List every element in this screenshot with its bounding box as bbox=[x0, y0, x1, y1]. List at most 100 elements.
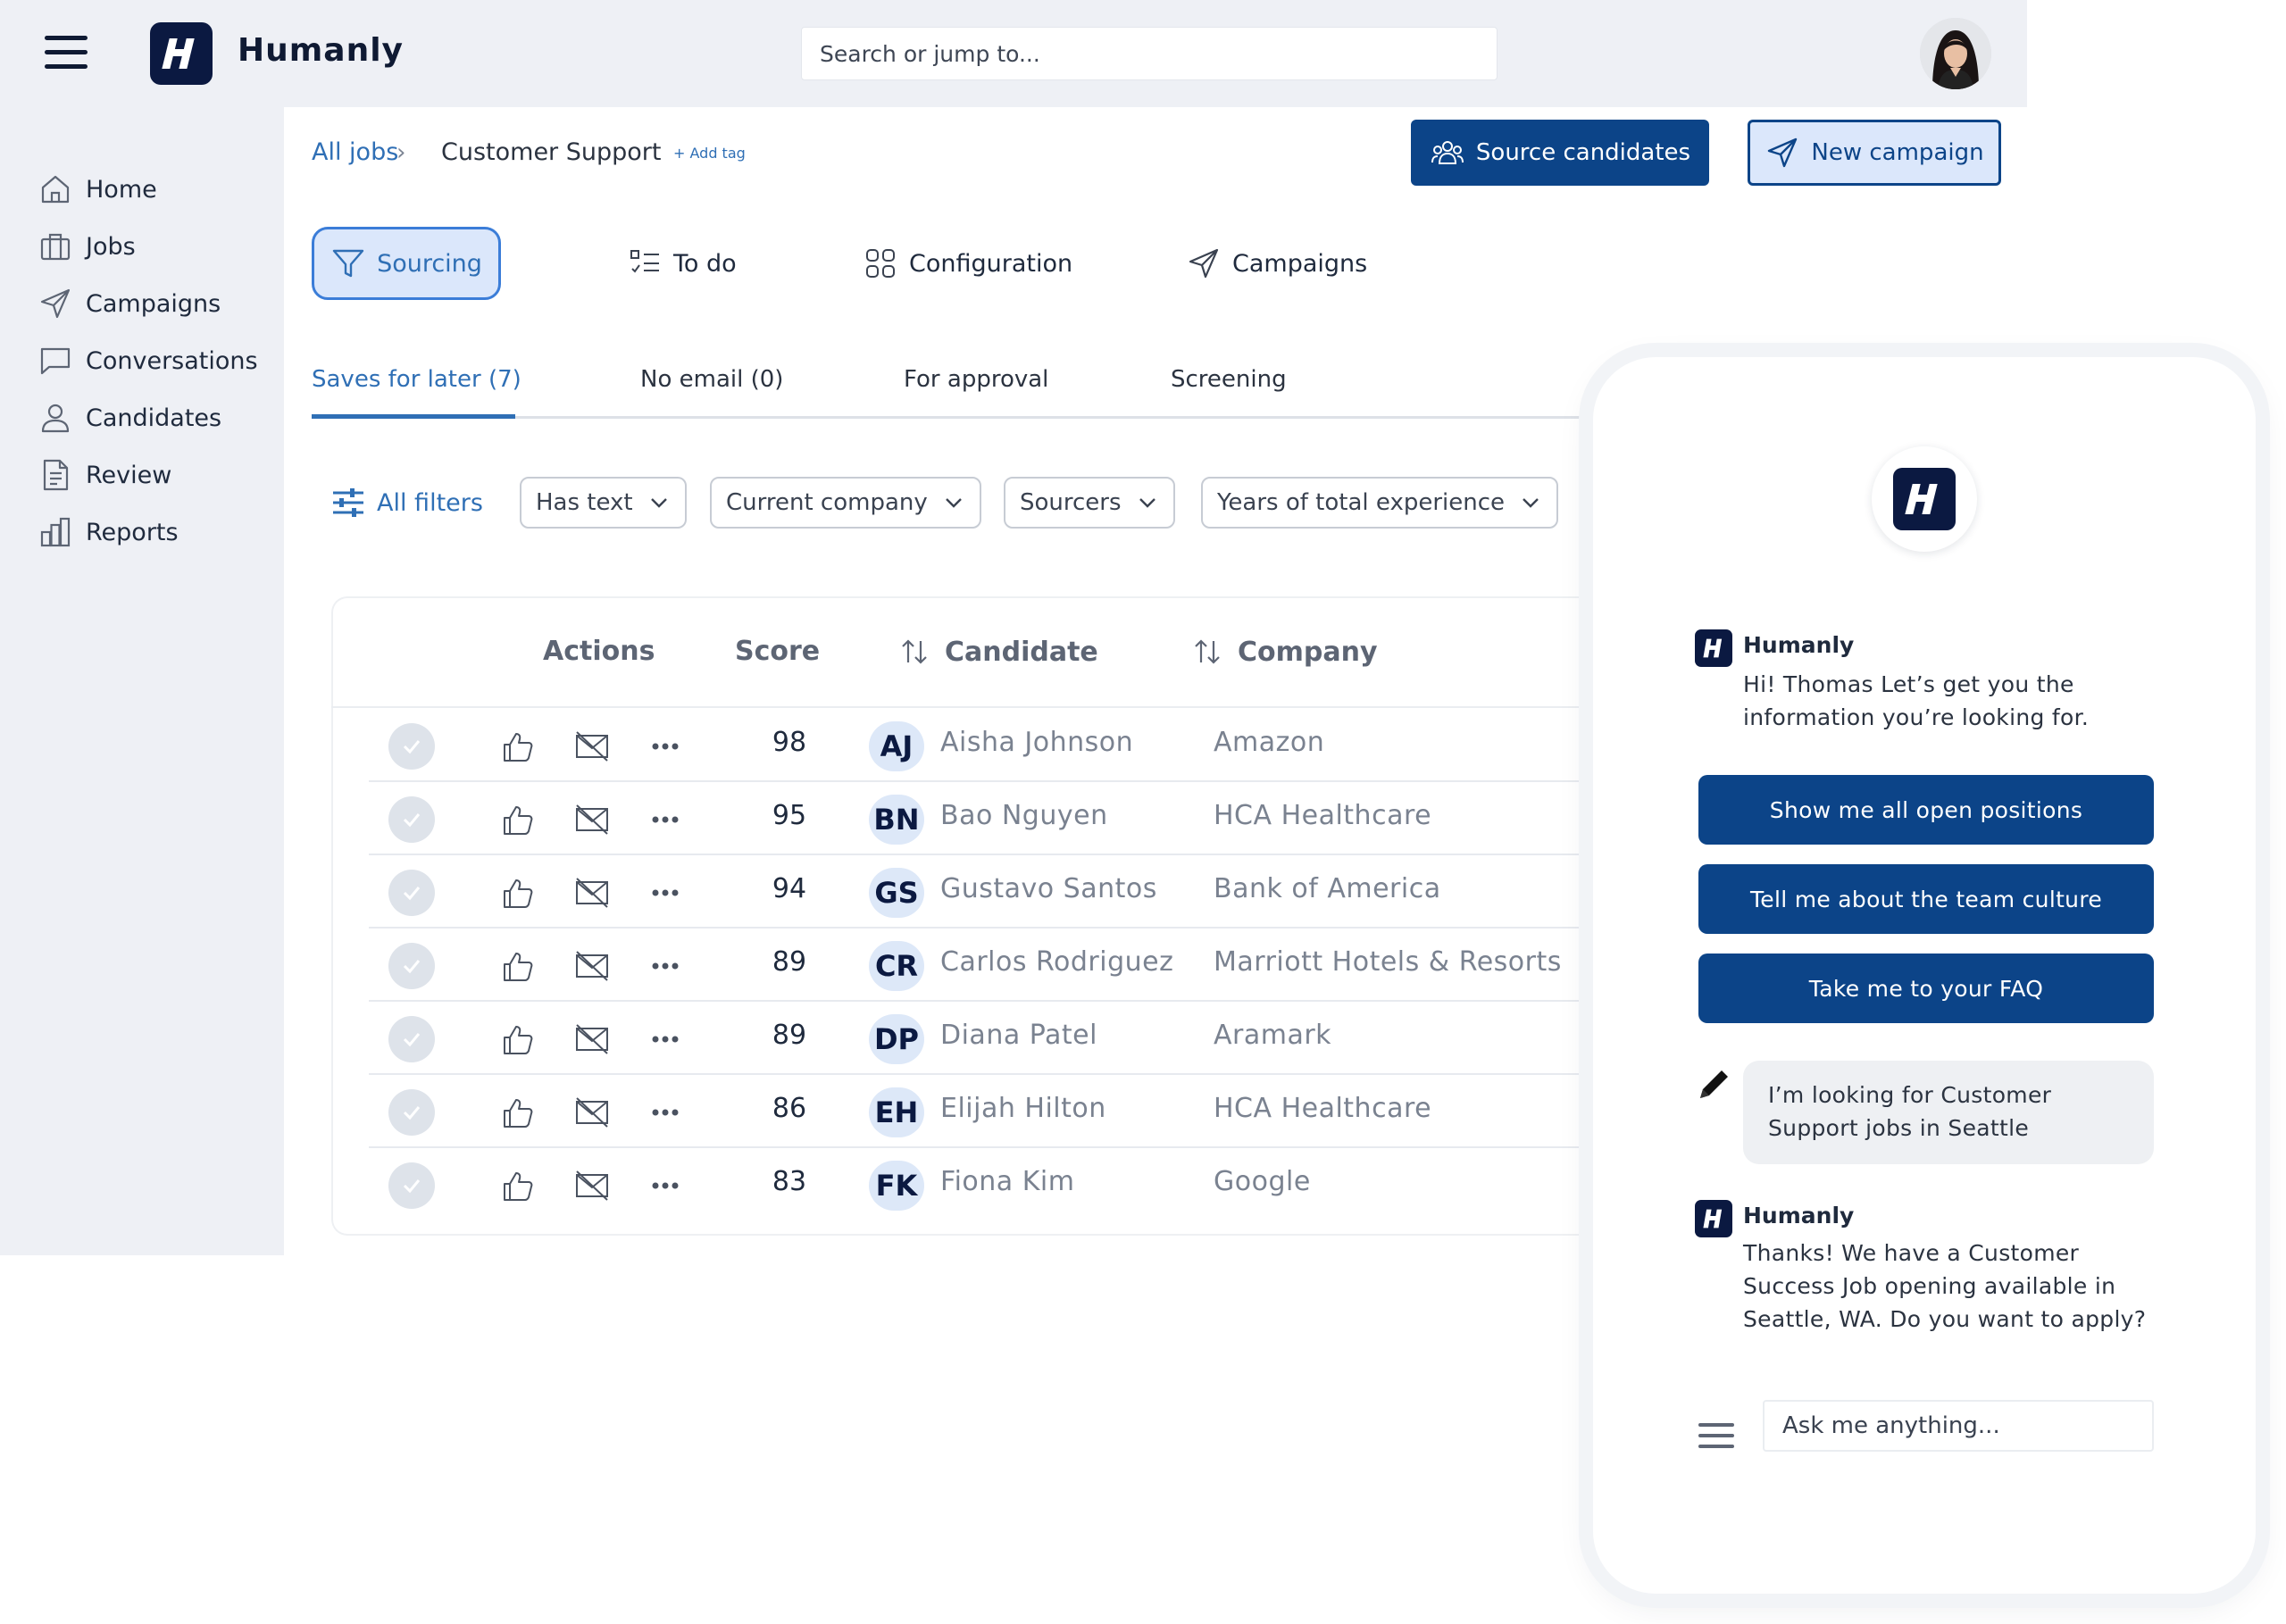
quick-reply-team-culture[interactable]: Tell me about the team culture bbox=[1698, 864, 2154, 934]
select-checkbox[interactable] bbox=[388, 796, 435, 843]
thumbs-up-icon[interactable] bbox=[497, 800, 537, 839]
score-value: 89 bbox=[772, 946, 807, 978]
chevron-down-icon bbox=[945, 498, 962, 508]
table-row[interactable]: 94 GS Gustavo Santos Bank of America bbox=[369, 855, 1594, 929]
column-header-label: Candidate bbox=[945, 636, 1098, 668]
select-checkbox[interactable] bbox=[388, 943, 435, 989]
candidate-name[interactable]: Elijah Hilton bbox=[940, 1093, 1106, 1124]
sidebar-item-candidates[interactable]: Candidates bbox=[38, 391, 270, 445]
candidate-initials-avatar: GS bbox=[869, 868, 924, 918]
more-options-icon[interactable] bbox=[646, 873, 685, 912]
sidebar-item-home[interactable]: Home bbox=[38, 162, 270, 216]
more-options-icon[interactable] bbox=[646, 1020, 685, 1059]
candidate-name[interactable]: Gustavo Santos bbox=[940, 873, 1157, 904]
top-bar: Humanly bbox=[0, 0, 2027, 107]
thumbs-up-icon[interactable] bbox=[497, 873, 537, 912]
select-checkbox[interactable] bbox=[388, 1089, 435, 1136]
score-value: 83 bbox=[772, 1166, 807, 1197]
select-checkbox[interactable] bbox=[388, 1162, 435, 1209]
select-checkbox[interactable] bbox=[388, 723, 435, 770]
column-header-label: Company bbox=[1238, 636, 1378, 668]
no-email-icon[interactable] bbox=[572, 1020, 612, 1059]
candidate-name[interactable]: Bao Nguyen bbox=[940, 800, 1108, 831]
more-options-icon[interactable] bbox=[646, 1166, 685, 1205]
sidebar-item-conversations[interactable]: Conversations bbox=[38, 334, 270, 387]
search-input[interactable] bbox=[801, 27, 1498, 80]
candidate-name[interactable]: Carlos Rodriguez bbox=[940, 946, 1173, 978]
add-tag-link[interactable]: + Add tag bbox=[673, 145, 746, 162]
candidate-name[interactable]: Diana Patel bbox=[940, 1020, 1097, 1051]
all-filters-label: All filters bbox=[377, 488, 483, 517]
filter-years-experience[interactable]: Years of total experience bbox=[1201, 477, 1559, 529]
no-email-icon[interactable] bbox=[572, 1093, 612, 1132]
company-name: Marriott Hotels & Resorts bbox=[1214, 946, 1562, 978]
user-avatar[interactable] bbox=[1920, 18, 1991, 89]
column-header-score[interactable]: Score bbox=[735, 636, 820, 667]
subtab-saves-for-later[interactable]: Saves for later (7) bbox=[312, 366, 521, 393]
bar-chart-icon bbox=[40, 517, 71, 547]
no-email-icon[interactable] bbox=[572, 873, 612, 912]
sidebar-item-review[interactable]: Review bbox=[38, 448, 270, 502]
no-email-icon[interactable] bbox=[572, 727, 612, 766]
table-row[interactable]: 83 FK Fiona Kim Google bbox=[369, 1148, 1594, 1221]
table-row[interactable]: 89 DP Diana Patel Aramark bbox=[369, 1002, 1594, 1075]
tab-campaigns[interactable]: Campaigns bbox=[1186, 227, 1367, 300]
thumbs-up-icon[interactable] bbox=[497, 727, 537, 766]
new-campaign-button[interactable]: New campaign bbox=[1748, 120, 2001, 186]
filter-label: Sourcers bbox=[1020, 489, 1122, 516]
table-row[interactable]: 95 BN Bao Nguyen HCA Healthcare bbox=[369, 782, 1594, 855]
quick-reply-open-positions[interactable]: Show me all open positions bbox=[1698, 775, 2154, 845]
no-email-icon[interactable] bbox=[572, 1166, 612, 1205]
select-checkbox[interactable] bbox=[388, 870, 435, 916]
more-options-icon[interactable] bbox=[646, 1093, 685, 1132]
no-email-icon[interactable] bbox=[572, 946, 612, 986]
grid-icon bbox=[866, 249, 895, 278]
table-row[interactable]: 89 CR Carlos Rodriguez Marriott Hotels & Re… bbox=[369, 929, 1594, 1002]
quick-reply-faq[interactable]: Take me to your FAQ bbox=[1698, 954, 2154, 1023]
source-candidates-button[interactable]: Source candidates bbox=[1411, 120, 1709, 186]
subtab-for-approval[interactable]: For approval bbox=[904, 366, 1048, 393]
thumbs-up-icon[interactable] bbox=[497, 1093, 537, 1132]
select-checkbox[interactable] bbox=[388, 1016, 435, 1062]
chat-menu-icon[interactable] bbox=[1698, 1420, 1738, 1455]
column-header-candidate[interactable]: Candidate bbox=[898, 636, 1098, 668]
hamburger-menu-icon[interactable] bbox=[45, 36, 88, 70]
all-filters-button[interactable]: All filters bbox=[330, 482, 483, 523]
sidebar-item-label: Review bbox=[86, 461, 172, 489]
column-header-actions: Actions bbox=[543, 636, 655, 667]
thumbs-up-icon[interactable] bbox=[497, 1020, 537, 1059]
sidebar-item-reports[interactable]: Reports bbox=[38, 505, 270, 559]
filter-has-text[interactable]: Has text bbox=[520, 477, 687, 529]
table-row[interactable]: 98 AJ Aisha Johnson Amazon bbox=[369, 709, 1594, 782]
check-icon bbox=[403, 1033, 421, 1047]
column-header-company[interactable]: Company bbox=[1191, 636, 1378, 668]
more-options-icon[interactable] bbox=[646, 800, 685, 839]
sidebar-item-jobs[interactable]: Jobs bbox=[38, 220, 270, 273]
user-message: I’m looking for Customer Support jobs in… bbox=[1743, 1061, 2154, 1164]
sidebar-item-campaigns[interactable]: Campaigns bbox=[38, 277, 270, 330]
breadcrumb-all-jobs[interactable]: All jobs bbox=[312, 138, 398, 166]
candidate-initials-avatar: EH bbox=[869, 1087, 924, 1137]
filter-sourcers[interactable]: Sourcers bbox=[1004, 477, 1175, 529]
thumbs-up-icon[interactable] bbox=[497, 946, 537, 986]
tab-configuration[interactable]: Configuration bbox=[863, 227, 1072, 300]
check-icon bbox=[403, 1179, 421, 1194]
candidate-name[interactable]: Aisha Johnson bbox=[940, 727, 1133, 758]
candidate-initials-avatar: DP bbox=[869, 1014, 924, 1064]
briefcase-icon bbox=[40, 233, 71, 261]
no-email-icon[interactable] bbox=[572, 800, 612, 839]
table-row[interactable]: 86 EH Elijah Hilton HCA Healthcare bbox=[369, 1075, 1594, 1148]
filter-current-company[interactable]: Current company bbox=[710, 477, 981, 529]
chat-input[interactable] bbox=[1763, 1400, 2154, 1452]
tab-sourcing[interactable]: Sourcing bbox=[312, 227, 501, 300]
chat-widget: Humanly Hi! Thomas Let’s get you the inf… bbox=[1593, 357, 2256, 1594]
tab-label: Configuration bbox=[909, 249, 1073, 278]
more-options-icon[interactable] bbox=[646, 946, 685, 986]
tab-to-do[interactable]: To do bbox=[627, 227, 737, 300]
thumbs-up-icon[interactable] bbox=[497, 1166, 537, 1205]
sort-icon bbox=[902, 639, 927, 664]
more-options-icon[interactable] bbox=[646, 727, 685, 766]
candidate-name[interactable]: Fiona Kim bbox=[940, 1166, 1074, 1197]
subtab-no-email[interactable]: No email (0) bbox=[640, 366, 783, 393]
subtab-screening[interactable]: Screening bbox=[1171, 366, 1287, 393]
